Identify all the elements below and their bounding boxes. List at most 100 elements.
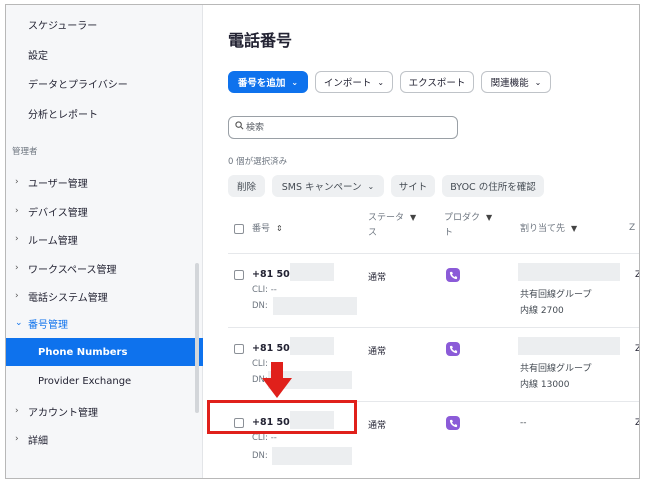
redacted-block [273,297,357,315]
export-button[interactable]: エクスポート [400,71,474,93]
annotation-arrow-icon [262,362,292,398]
sidebar-heading-admin: 管理者 [12,147,38,157]
cut-column-text: Z [635,270,639,280]
assigned-group[interactable]: 共有回線グループ [520,361,591,374]
import-button[interactable]: インポート ⌄ [315,71,393,93]
sidebar-item-provider-exchange[interactable]: Provider Exchange [6,368,203,394]
page-title: 電話番号 [228,31,293,50]
chevron-right-icon: › [15,406,19,416]
column-header-label: 番号 [252,224,271,234]
sidebar-item-analytics[interactable]: 分析とレポート [6,100,203,126]
sidebar-item-label: スケジューラー [28,20,98,32]
status-text: 通常 [368,421,387,431]
column-header-label-cont: ト [444,228,454,238]
status-text: 通常 [368,273,387,283]
column-header-cut: Z [629,223,636,233]
column-header-product[interactable]: プロダク ▼ ト [444,210,504,241]
column-header-number[interactable]: 番号 ⇕ [252,221,283,237]
button-label: 削除 [236,182,256,193]
chevron-down-icon: ⌄ [15,318,23,328]
site-button[interactable]: サイト [391,175,435,197]
sidebar-item-phone-system-management[interactable]: › 電話システム管理 [6,283,203,309]
sidebar-scrollbar[interactable] [195,263,199,413]
cli-text: CLI: -- [252,433,277,443]
sort-icon[interactable]: ⇕ [276,224,283,233]
chevron-right-icon: › [15,234,19,244]
sidebar-item-label: Phone Numbers [38,346,128,358]
sidebar-item-workspace-management[interactable]: › ワークスペース管理 [6,255,203,281]
chevron-right-icon: › [15,263,19,273]
sidebar-item-user-management[interactable]: › ユーザー管理 [6,169,203,195]
sidebar-item-data-privacy[interactable]: データとプライバシー [6,70,203,96]
sidebar-item-phone-numbers[interactable]: Phone Numbers [6,338,203,366]
phone-number[interactable]: +81 50- [252,343,294,354]
row-checkbox[interactable] [234,344,244,354]
sidebar-item-advanced[interactable]: › 詳細 [6,426,203,452]
redacted-block [518,263,620,281]
sidebar-item-label: 電話システム管理 [28,292,108,304]
add-number-button[interactable]: 番号を追加 ⌄ [228,71,308,93]
column-header-label: プロダク [444,213,481,223]
phone-product-icon [446,268,460,282]
row-checkbox[interactable] [234,270,244,280]
filter-icon[interactable]: ▼ [410,213,416,222]
annotation-highlight-box [207,400,357,434]
related-features-button[interactable]: 関連機能 ⌄ [481,71,551,93]
select-all-checkbox[interactable] [234,224,244,234]
row-separator [228,327,639,328]
search-icon [235,121,244,133]
assigned-group[interactable]: 共有回線グループ [520,287,591,300]
filter-icon[interactable]: ▼ [486,213,492,222]
chevron-down-icon: ⌄ [377,77,385,87]
column-header-label: 割り当て先 [520,224,566,234]
dn-text: DN: [252,451,268,461]
sidebar-item-label: デバイス管理 [28,207,88,219]
sidebar-item-label: アカウント管理 [28,407,98,419]
column-header-label-cont: ス [368,228,378,238]
chevron-right-icon: › [15,291,19,301]
chevron-right-icon: › [15,177,19,187]
chevron-down-icon: ⌄ [367,181,375,191]
button-label: BYOC の住所を確認 [450,182,536,193]
redacted-block [290,263,334,281]
sidebar-item-label: ルーム管理 [28,235,78,247]
sidebar-item-device-management[interactable]: › デバイス管理 [6,198,203,224]
sidebar-item-label: 設定 [28,50,48,62]
chevron-down-icon: ⌄ [291,77,299,87]
selected-count: 0 個が選択済み [228,157,288,167]
sidebar-item-room-management[interactable]: › ルーム管理 [6,226,203,252]
sidebar-item-label: データとプライバシー [28,79,128,91]
chevron-down-icon: ⌄ [534,77,542,87]
sidebar-item-number-management[interactable]: ⌄ 番号管理 [6,310,203,336]
delete-button[interactable]: 削除 [228,175,265,197]
search-field[interactable] [228,116,458,139]
sidebar: スケジューラー 設定 データとプライバシー 分析とレポート 管理者 › ユーザー管… [6,5,203,478]
assigned-extension: 内線 2700 [520,306,564,316]
sidebar-item-scheduler[interactable]: スケジューラー [6,11,203,37]
sidebar-item-account-management[interactable]: › アカウント管理 [6,398,203,424]
button-label: SMS キャンペーン [281,182,362,193]
button-label: エクスポート [408,78,466,89]
phone-product-icon [446,416,460,430]
sidebar-item-label: 番号管理 [28,319,68,331]
assigned-extension: 内線 13000 [520,380,570,390]
phone-number[interactable]: +81 50- [252,269,294,280]
sidebar-item-settings[interactable]: 設定 [6,41,203,67]
filter-icon[interactable]: ▼ [571,224,577,233]
byoc-address-button[interactable]: BYOC の住所を確認 [442,175,544,197]
button-label: 関連機能 [490,78,529,89]
column-header-assigned-to[interactable]: 割り当て先 ▼ [520,221,577,237]
row-separator [228,253,639,254]
phone-product-icon [446,342,460,356]
search-input[interactable] [246,120,451,135]
redacted-block [290,337,334,355]
sms-campaign-button[interactable]: SMS キャンペーン ⌄ [272,175,384,197]
chevron-right-icon: › [15,434,19,444]
cli-text: CLI: -- [252,285,277,295]
column-header-label: ステータ [368,213,405,223]
chevron-right-icon: › [15,206,19,216]
column-header-status[interactable]: ステータ ▼ ス [368,210,418,241]
assigned-group: -- [520,418,527,428]
cut-column-text: Z [635,344,639,354]
button-label: サイト [398,182,428,193]
